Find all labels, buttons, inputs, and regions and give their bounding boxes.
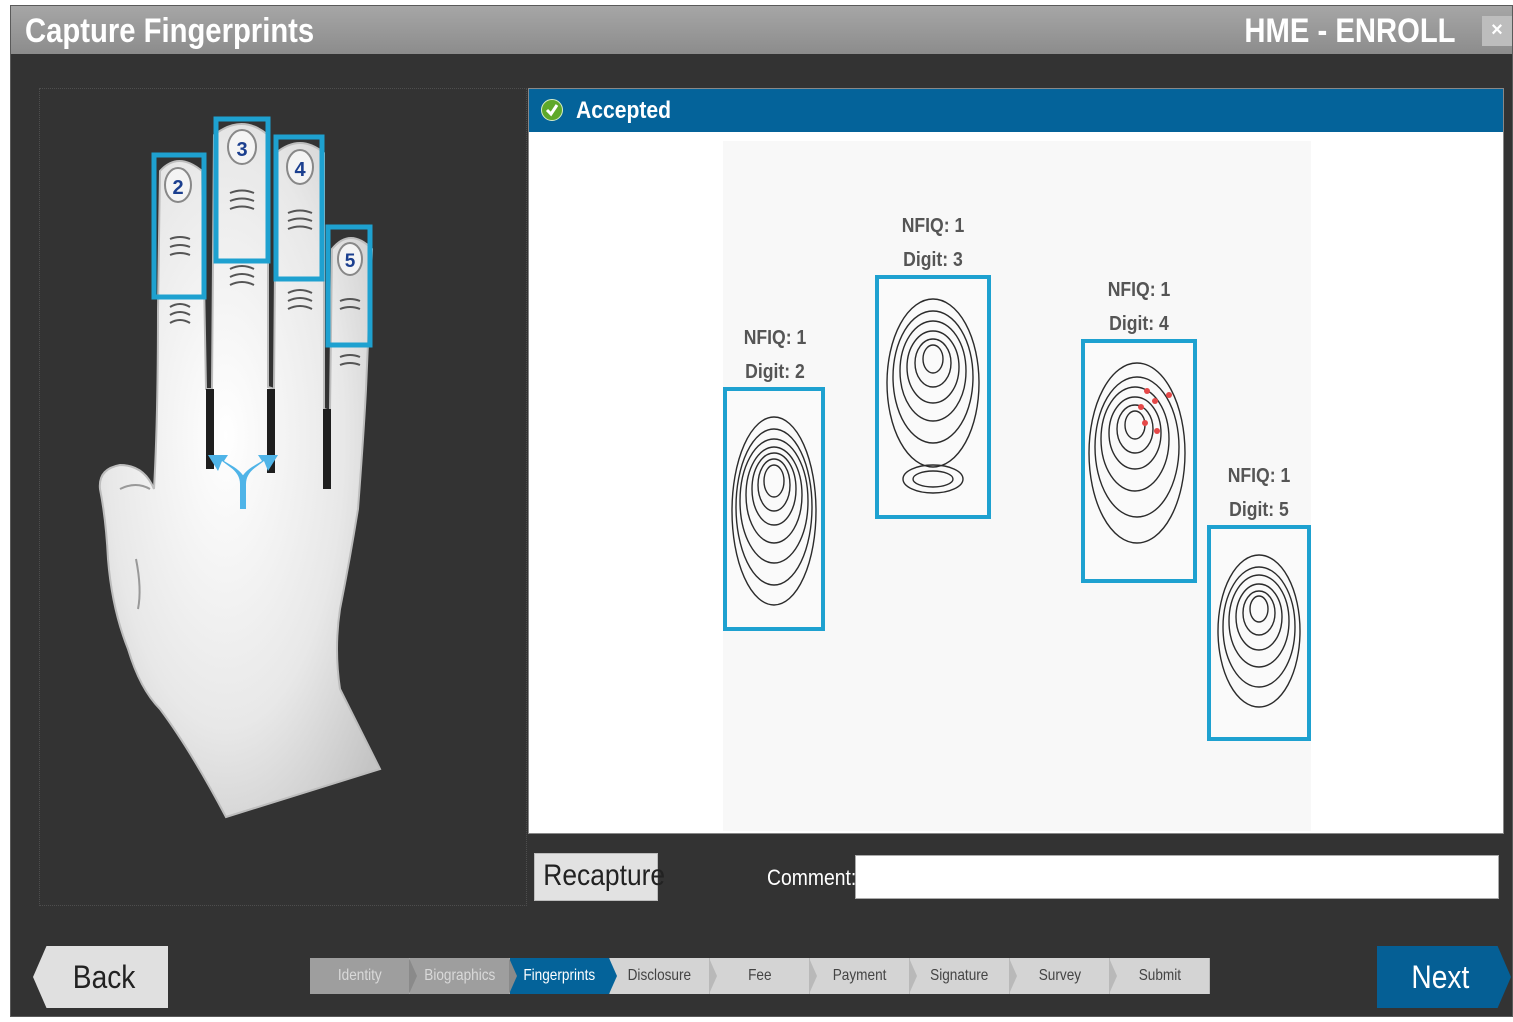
fingerprint-image xyxy=(1217,554,1301,708)
finger-number-3: 3 xyxy=(236,139,247,161)
nfiq-label: NFIQ: 1 xyxy=(1227,465,1291,487)
step-fee[interactable]: Fee xyxy=(710,958,817,994)
close-button[interactable]: × xyxy=(1482,16,1512,46)
close-icon: × xyxy=(1491,19,1503,41)
status-header: Accepted xyxy=(529,89,1503,132)
print-slot-digit-4: NFIQ: 1 Digit: 4 xyxy=(1081,279,1197,583)
fingerprint-box[interactable] xyxy=(875,275,991,519)
print-slot-digit-2: NFIQ: 1 Digit: 2 xyxy=(723,327,827,631)
wizard-steps: Identity Biographics Fingerprints Disclo… xyxy=(310,958,1210,994)
digit-label: Digit: 3 xyxy=(903,249,963,271)
step-biographics[interactable]: Biographics xyxy=(410,958,517,994)
comment-field[interactable] xyxy=(855,855,1499,899)
capture-fingerprints-window: Capture Fingerprints HME - ENROLL × 2 3 … xyxy=(10,5,1513,1017)
back-button[interactable]: Back xyxy=(33,946,168,1008)
finger-number-2: 2 xyxy=(172,177,183,199)
hand-diagram-panel: 2 3 4 5 xyxy=(39,88,527,906)
fingerprint-image xyxy=(886,298,980,494)
finger-number-4: 4 xyxy=(294,159,306,181)
step-payment[interactable]: Payment xyxy=(810,958,917,994)
page-title: Capture Fingerprints xyxy=(25,12,315,50)
nfiq-label: NFIQ: 1 xyxy=(1107,279,1171,301)
next-label: Next xyxy=(1411,959,1470,995)
fingerprint-box[interactable] xyxy=(1207,525,1311,741)
nfiq-label: NFIQ: 1 xyxy=(743,327,807,349)
recapture-button[interactable]: Recapture xyxy=(534,853,665,901)
nfiq-label: NFIQ: 1 xyxy=(901,215,965,237)
step-identity[interactable]: Identity xyxy=(310,958,417,994)
recapture-label: Recapture xyxy=(543,859,666,892)
title-bar: Capture Fingerprints HME - ENROLL × xyxy=(11,6,1512,54)
fingerprint-image-area: NFIQ: 1 Digit: 2 NFIQ: 1 Digit: 3 NFIQ: … xyxy=(723,141,1311,831)
comment-label: Comment: xyxy=(767,865,857,890)
fingerprint-box[interactable] xyxy=(723,387,825,631)
next-button[interactable]: Next xyxy=(1377,946,1511,1008)
digit-label: Digit: 2 xyxy=(745,361,805,383)
digit-label: Digit: 4 xyxy=(1109,313,1169,335)
step-submit[interactable]: Submit xyxy=(1110,958,1210,994)
status-text: Accepted xyxy=(576,97,672,124)
capture-result-panel: Accepted NFIQ: 1 Digit: 2 NFIQ: 1 Digit:… xyxy=(528,88,1504,834)
step-survey[interactable]: Survey xyxy=(1010,958,1117,994)
app-name: HME - ENROLL xyxy=(1244,12,1456,50)
check-icon xyxy=(541,99,563,121)
step-fingerprints[interactable]: Fingerprints xyxy=(510,958,617,994)
print-slot-digit-5: NFIQ: 1 Digit: 5 xyxy=(1207,465,1311,765)
fingerprint-box[interactable] xyxy=(1081,339,1197,583)
hand-diagram: 2 3 4 5 xyxy=(98,116,382,819)
fingerprint-image xyxy=(1088,362,1186,544)
print-slot-digit-3: NFIQ: 1 Digit: 3 xyxy=(875,215,991,519)
digit-label: Digit: 5 xyxy=(1229,499,1289,521)
step-signature[interactable]: Signature xyxy=(910,958,1017,994)
finger-number-5: 5 xyxy=(345,251,356,272)
fingerprint-image xyxy=(731,416,817,606)
step-disclosure[interactable]: Disclosure xyxy=(610,958,717,994)
back-label: Back xyxy=(72,959,136,995)
